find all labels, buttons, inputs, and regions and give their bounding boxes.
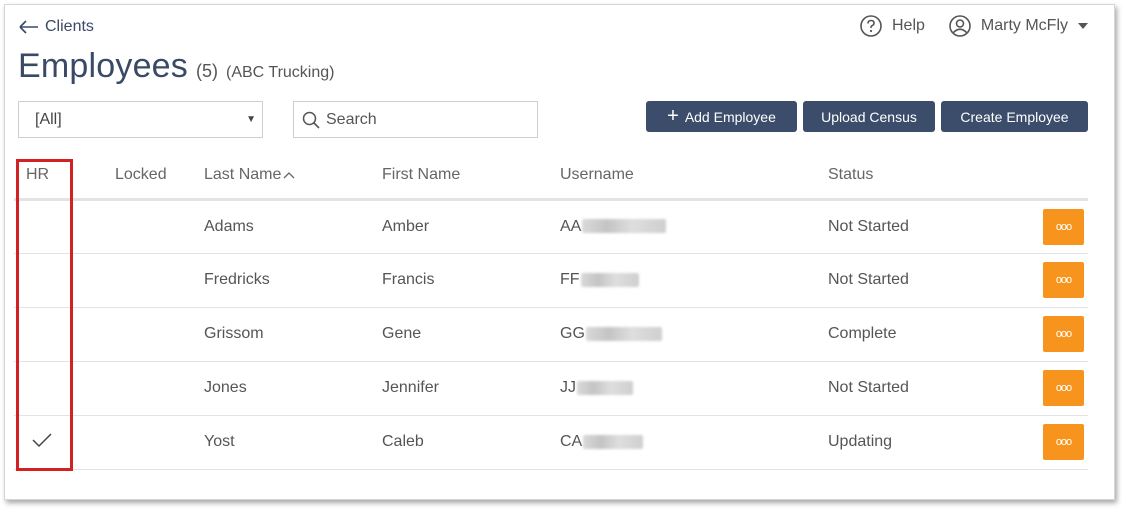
- column-header-actions: [1038, 153, 1088, 201]
- locked-cell: [95, 199, 204, 254]
- arrow-left-icon: [19, 20, 38, 34]
- redacted-username: [577, 380, 633, 395]
- search-icon: [302, 111, 320, 129]
- username-prefix: GG: [560, 325, 585, 342]
- plus-icon: +: [667, 104, 679, 127]
- column-header-status[interactable]: Status: [828, 153, 1038, 201]
- employees-table: HR Locked Last Name First Name Username …: [14, 153, 1088, 470]
- column-header-locked[interactable]: Locked: [95, 153, 204, 201]
- redacted-username: [582, 219, 667, 234]
- first-name-cell: Francis: [382, 253, 560, 308]
- more-options-button[interactable]: ooo: [1043, 424, 1084, 460]
- more-options-button[interactable]: ooo: [1043, 370, 1084, 406]
- last-name-header-label: Last Name: [204, 166, 282, 184]
- table-row: Jones Jennifer JJ Not Started ooo: [14, 361, 1088, 416]
- company-name: (ABC Trucking): [226, 64, 335, 81]
- status-cell: Not Started: [828, 361, 1038, 416]
- username-cell: AA: [560, 199, 828, 254]
- column-header-hr[interactable]: HR: [14, 153, 95, 201]
- hr-cell: [14, 415, 95, 470]
- hr-cell: [14, 199, 95, 254]
- last-name-cell: Grissom: [204, 307, 382, 362]
- more-options-button[interactable]: ooo: [1043, 316, 1084, 352]
- status-cell: Complete: [828, 307, 1038, 362]
- column-header-last-name[interactable]: Last Name: [204, 153, 382, 201]
- username-prefix: JJ: [560, 379, 576, 396]
- last-name-cell: Fredricks: [204, 253, 382, 308]
- locked-cell: [95, 253, 204, 308]
- redacted-username: [580, 272, 639, 287]
- last-name-cell: Yost: [204, 415, 382, 470]
- redacted-username: [583, 434, 644, 449]
- username-prefix: CA: [560, 433, 583, 450]
- filter-select-value: [All]: [35, 110, 62, 128]
- locked-cell: [95, 361, 204, 416]
- table-row: Adams Amber AA Not Started ooo: [14, 199, 1088, 254]
- select-caret-icon: ▼: [246, 114, 256, 125]
- help-label: Help: [891, 17, 925, 34]
- checkmark-icon: [32, 432, 52, 447]
- user-menu[interactable]: Marty McFly: [949, 15, 1088, 37]
- username-cell: JJ: [560, 361, 828, 416]
- page-title: Employees: [18, 47, 188, 85]
- username-cell: FF: [560, 253, 828, 308]
- title-row: Employees (5) (ABC Trucking): [18, 47, 334, 86]
- actions-cell: ooo: [1038, 307, 1088, 362]
- username-cell: CA: [560, 415, 828, 470]
- username-prefix: FF: [560, 271, 580, 288]
- actions-cell: ooo: [1038, 199, 1088, 254]
- back-to-clients-link[interactable]: Clients: [19, 18, 94, 36]
- status-cell: Updating: [828, 415, 1038, 470]
- last-name-cell: Jones: [204, 361, 382, 416]
- status-cell: Not Started: [828, 253, 1038, 308]
- add-employee-button[interactable]: + Add Employee: [646, 101, 797, 132]
- search-input[interactable]: [326, 110, 526, 129]
- column-header-username[interactable]: Username: [560, 153, 828, 201]
- column-header-first-name[interactable]: First Name: [382, 153, 560, 201]
- first-name-cell: Jennifer: [382, 361, 560, 416]
- back-link-label: Clients: [45, 18, 94, 35]
- create-employee-button[interactable]: Create Employee: [941, 101, 1088, 132]
- employee-count: (5): [196, 61, 218, 81]
- last-name-cell: Adams: [204, 199, 382, 254]
- username-cell: GG: [560, 307, 828, 362]
- more-options-button[interactable]: ooo: [1043, 262, 1084, 298]
- locked-cell: [95, 415, 204, 470]
- search-box: [293, 101, 538, 138]
- actions-cell: ooo: [1038, 415, 1088, 470]
- top-right-menu: Help Marty McFly: [860, 15, 1088, 37]
- hr-cell: [14, 253, 95, 308]
- actions-cell: ooo: [1038, 253, 1088, 308]
- first-name-cell: Caleb: [382, 415, 560, 470]
- table-row: Fredricks Francis FF Not Started ooo: [14, 253, 1088, 308]
- redacted-username: [585, 326, 662, 341]
- username-prefix: AA: [560, 217, 582, 235]
- actions-cell: ooo: [1038, 361, 1088, 416]
- user-avatar-icon: [949, 15, 971, 37]
- hr-cell: [14, 307, 95, 362]
- table-row: Grissom Gene GG Complete ooo: [14, 307, 1088, 362]
- locked-cell: [95, 307, 204, 362]
- add-employee-label: Add Employee: [684, 108, 776, 125]
- app-frame: Clients Help Marty McFly Employees (5) (…: [4, 4, 1115, 500]
- status-cell: Not Started: [828, 199, 1038, 254]
- sort-ascending-icon: [283, 172, 295, 179]
- table-header-row: HR Locked Last Name First Name Username …: [14, 153, 1088, 201]
- first-name-cell: Gene: [382, 307, 560, 362]
- table-row: Yost Caleb CA Updating ooo: [14, 415, 1088, 470]
- question-circle-icon: [860, 15, 882, 37]
- hr-cell: [14, 361, 95, 416]
- filter-select[interactable]: [All] ▼: [18, 101, 263, 138]
- first-name-cell: Amber: [382, 199, 560, 254]
- help-link[interactable]: Help: [860, 15, 925, 37]
- caret-down-icon: [1078, 23, 1088, 29]
- user-name: Marty McFly: [980, 17, 1068, 34]
- upload-census-button[interactable]: Upload Census: [803, 101, 935, 132]
- more-options-button[interactable]: ooo: [1043, 208, 1084, 245]
